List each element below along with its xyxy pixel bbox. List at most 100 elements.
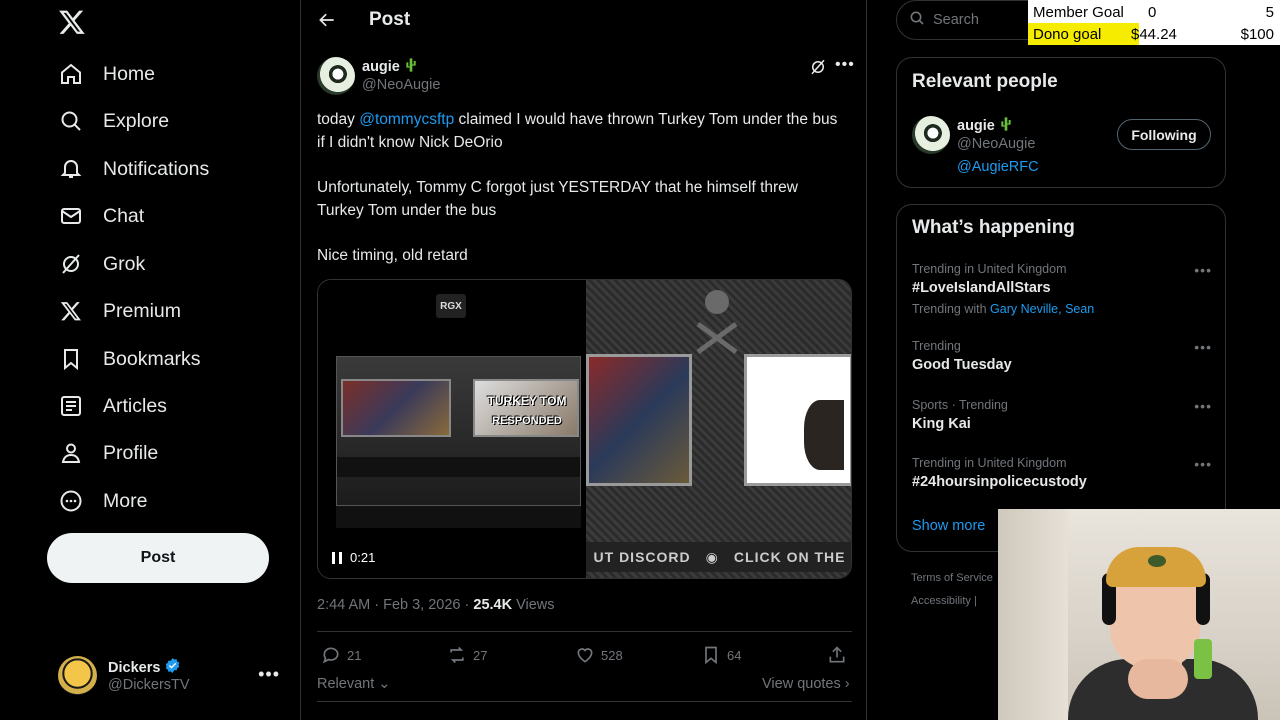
nav-premium[interactable]: Premium (58, 291, 181, 331)
account-switcher[interactable]: Dickers @DickersTV ••• (58, 656, 288, 696)
more-dots-icon[interactable]: ••• (258, 664, 280, 685)
trend-name: Good Tuesday (912, 357, 1012, 373)
home-icon (58, 61, 84, 87)
trend-item[interactable]: Trending in United Kingdom #LoveIslandAl… (912, 262, 1212, 316)
nav-home[interactable]: Home (58, 54, 155, 94)
more-circle-icon (58, 488, 84, 514)
post-button[interactable]: Post (47, 533, 269, 583)
heart-icon (577, 648, 593, 663)
repost-icon (450, 646, 464, 664)
trend-with-label: Trending with (912, 302, 991, 316)
like-button[interactable]: 528 (575, 645, 623, 665)
reply-button[interactable]: 21 (321, 645, 361, 665)
trend-name: #LoveIslandAllStars (912, 280, 1051, 296)
webcam-overlay (998, 509, 1280, 720)
nav-chat[interactable]: Chat (58, 196, 144, 236)
cactus-icon (403, 57, 419, 77)
nav-grok[interactable]: Grok (58, 244, 145, 284)
mention-link[interactable]: @tommycsftp (359, 111, 454, 128)
dono-goal-row: Dono goal $44.24 $100 (1028, 23, 1280, 45)
more-dots-icon[interactable]: ••• (1194, 262, 1212, 278)
more-dots-icon[interactable]: ••• (1194, 456, 1212, 472)
footer-accessibility-link[interactable]: Accessibility | (911, 595, 977, 607)
nav-articles[interactable]: Articles (58, 386, 167, 426)
video-player[interactable]: RGX TURKEY TOM RESPONDED UT DISCORD ◉ CL… (317, 279, 852, 579)
video-time: 0:21 (350, 550, 376, 565)
account-name: Dickers (108, 659, 161, 676)
following-button[interactable]: Following (1117, 119, 1211, 150)
video-controls[interactable]: 0:21 (332, 550, 375, 565)
nav-more[interactable]: More (58, 481, 147, 521)
nav-label: Home (103, 62, 156, 85)
footer-accessibility-label: Accessibility (911, 595, 971, 607)
nav-label: Explore (103, 109, 170, 132)
panel-title: Relevant people (912, 71, 1058, 92)
trend-with: Trending with Gary Neville, Sean (912, 302, 1212, 316)
person-name: augie (957, 118, 995, 134)
bell-icon (58, 156, 84, 182)
more-dots-icon[interactable]: ••• (835, 56, 855, 74)
reply-sort-dropdown[interactable]: Relevant ⌄ (317, 676, 390, 692)
view-quotes-link[interactable]: View quotes › (762, 676, 850, 692)
video-mini-info (336, 506, 581, 528)
nav-notifications[interactable]: Notifications (58, 149, 209, 189)
show-more-link[interactable]: Show more (912, 518, 985, 534)
trend-name: #24hoursinpolicecustody (912, 474, 1087, 490)
video-left-frame: RGX TURKEY TOM RESPONDED (318, 280, 586, 578)
member-goal-label: Member Goal (1033, 3, 1124, 21)
skull-logo-icon (694, 284, 740, 355)
webcam-background (1194, 639, 1212, 679)
video-mini-frame: TURKEY TOM RESPONDED (336, 356, 581, 506)
person-handle: @NeoAugie (957, 136, 1036, 152)
view-quotes-label: View quotes (762, 676, 841, 692)
grok-icon[interactable] (809, 58, 827, 76)
person-name-row[interactable]: augie (957, 116, 1014, 136)
person-bio-link[interactable]: @AugieRFC (957, 159, 1039, 175)
avatar (58, 656, 97, 695)
trend-item[interactable]: Trending Good Tuesday ••• (912, 339, 1212, 373)
more-dots-icon[interactable]: ••• (1194, 398, 1212, 414)
repost-button[interactable]: 27 (447, 645, 487, 665)
nav-label: Grok (103, 252, 146, 275)
divider (317, 701, 852, 702)
account-handle: @DickersTV (108, 677, 190, 693)
like-count: 528 (601, 647, 623, 663)
tweet-text-prefix: today (317, 111, 360, 128)
more-dots-icon[interactable]: ••• (1194, 339, 1212, 355)
tweet-timestamp[interactable]: 2:44 AM · Feb 3, 2026 · (317, 597, 473, 613)
video-turkey-text: TURKEY TOM (487, 394, 567, 408)
bookmark-count: 64 (727, 647, 742, 663)
video-responded-text: RESPONDED (492, 415, 562, 427)
dono-goal-label: Dono goal (1033, 25, 1102, 43)
back-arrow-icon[interactable] (317, 10, 339, 32)
x-logo-icon[interactable] (58, 8, 86, 36)
chevron-right-icon: › (844, 676, 850, 692)
mail-icon (58, 203, 84, 229)
video-mini-bar (337, 457, 580, 477)
trend-with-links[interactable]: Gary Neville, Sean (990, 302, 1094, 316)
stream-goal-overlay: Member Goal 0 5 Dono goal $44.24 $100 (1028, 0, 1280, 45)
relevant-people-panel: Relevant people augie @NeoAugie @AugieRF… (896, 57, 1226, 188)
repost-count: 27 (473, 647, 488, 663)
article-icon (58, 393, 84, 419)
nav-explore[interactable]: Explore (58, 101, 169, 141)
avatar[interactable] (912, 116, 950, 154)
pause-icon[interactable] (332, 551, 342, 564)
share-button[interactable] (827, 645, 847, 665)
trend-item[interactable]: Sports · Trending King Kai ••• (912, 398, 1212, 432)
share-icon (829, 646, 845, 663)
avatar[interactable] (317, 57, 355, 95)
video-person (804, 400, 844, 470)
trend-item[interactable]: Trending in United Kingdom #24hoursinpol… (912, 456, 1212, 490)
divider (317, 631, 852, 632)
nav-label: More (103, 489, 148, 512)
nav-bookmarks[interactable]: Bookmarks (58, 339, 201, 379)
x-logo-icon (58, 298, 84, 324)
tweet-paragraph: today @tommycsftp claimed I would have t… (317, 108, 847, 154)
search-icon (58, 108, 84, 134)
footer-terms-link[interactable]: Terms of Service (911, 572, 993, 584)
member-goal-value: 0 (1148, 3, 1157, 21)
bookmark-button[interactable]: 64 (701, 645, 741, 665)
nav-profile[interactable]: Profile (58, 433, 158, 473)
tweet-author-row[interactable]: augie (362, 57, 419, 77)
